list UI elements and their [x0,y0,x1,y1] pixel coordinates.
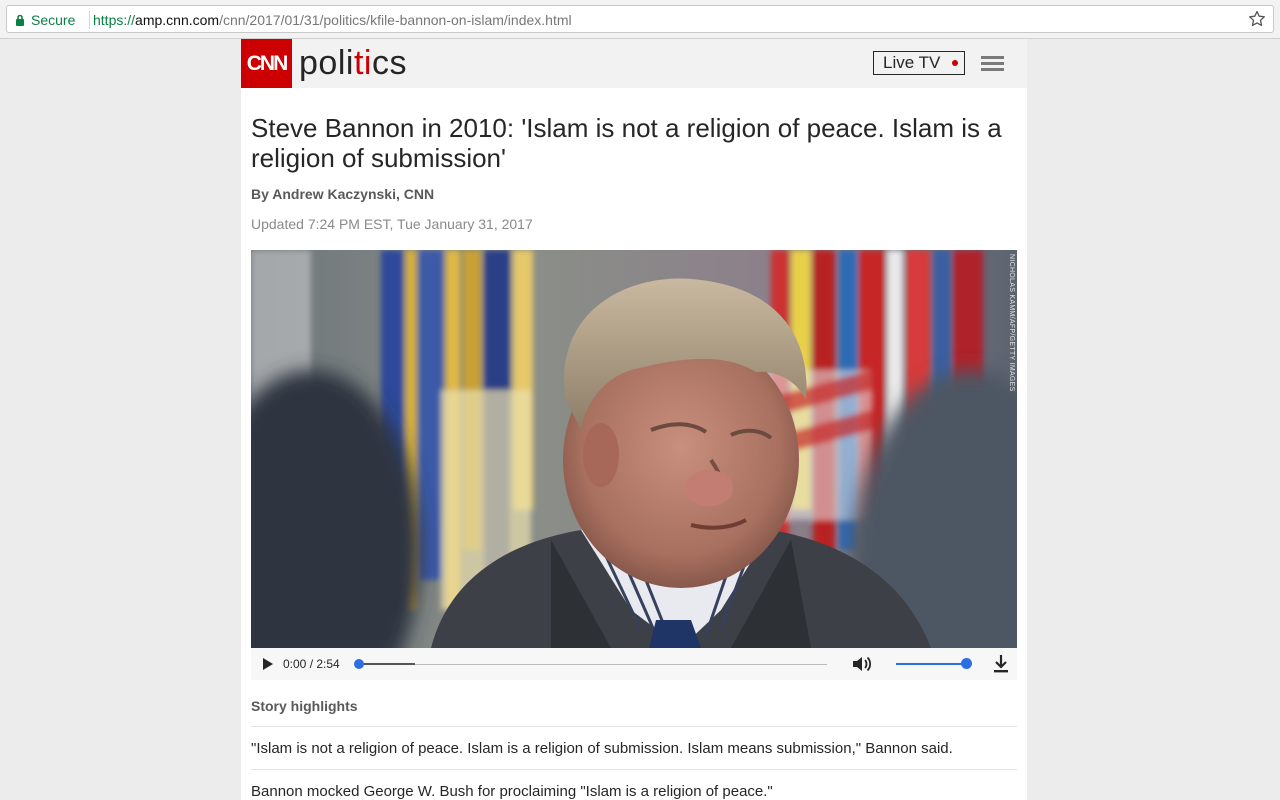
url-host: amp.cnn.com [135,12,220,28]
article-byline: By Andrew Kaczynski, CNN [251,186,435,202]
address-divider [89,11,90,29]
url-scheme: https:// [93,12,136,28]
section-title-part3: cs [371,44,407,82]
live-indicator-icon [952,60,959,66]
photo-credit: NICHOLAS KAMM/AFP/GETTY IMAGES [1008,254,1015,392]
divider [251,726,1017,727]
story-highlights-title: Story highlights [251,698,358,714]
secure-label: Secure [31,12,76,28]
volume-track[interactable] [896,663,966,665]
bookmark-star-icon[interactable] [1247,9,1267,29]
download-icon[interactable] [993,654,1009,674]
section-title-part1: poli [299,44,354,82]
site-header: CNN politics Live TV [241,39,1027,88]
browser-toolbar: Secure https://amp.cnn.com/cnn/2017/01/3… [0,0,1280,39]
seek-handle[interactable] [354,659,364,669]
address-bar[interactable]: Secure https://amp.cnn.com/cnn/2017/01/3… [6,5,1274,33]
cnn-logo[interactable]: CNN [241,39,292,88]
article-headline: Steve Bannon in 2010: 'Islam is not a re… [251,113,1002,173]
live-tv-button[interactable]: Live TV [873,51,965,75]
volume-handle[interactable] [961,658,972,669]
seek-track[interactable] [359,664,827,665]
amp-article-page: CNN politics Live TV Steve Bannon in 201… [241,39,1027,800]
bannon-photo [251,250,1017,648]
url-text[interactable]: https://amp.cnn.com/cnn/2017/01/31/polit… [93,11,572,29]
buffered-bar [359,663,415,665]
divider [251,769,1017,770]
url-path: /cnn/2017/01/31/politics/kfile-bannon-on… [219,12,572,28]
section-politics-title[interactable]: politics [299,43,407,83]
highlight-item: Bannon mocked George W. Bush for proclai… [251,783,773,800]
video-time: 0:00 / 2:54 [283,657,340,671]
volume-icon[interactable] [851,654,873,674]
menu-icon[interactable] [981,56,1004,72]
article-timestamp: Updated 7:24 PM EST, Tue January 31, 201… [251,216,533,232]
video-poster[interactable]: NICHOLAS KAMM/AFP/GETTY IMAGES [251,250,1017,648]
section-title-part2: ti [353,44,372,82]
lock-icon [16,14,24,26]
video-controls: 0:00 / 2:54 [251,648,1017,680]
highlight-item: "Islam is not a religion of peace. Islam… [251,740,953,757]
secure-indicator[interactable]: Secure [15,11,75,29]
live-tv-label: Live TV [883,53,941,72]
play-icon[interactable] [262,657,274,671]
